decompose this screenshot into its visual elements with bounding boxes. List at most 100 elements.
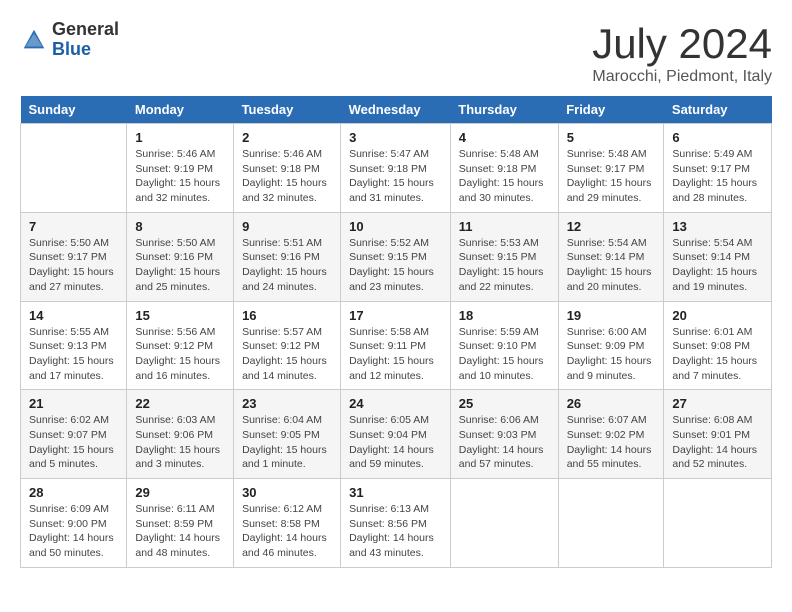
day-number: 22 bbox=[135, 396, 225, 411]
table-row: 10Sunrise: 5:52 AMSunset: 9:15 PMDayligh… bbox=[341, 212, 451, 301]
table-row bbox=[21, 124, 127, 213]
day-number: 3 bbox=[349, 130, 442, 145]
table-row: 19Sunrise: 6:00 AMSunset: 9:09 PMDayligh… bbox=[558, 301, 664, 390]
col-thursday: Thursday bbox=[450, 96, 558, 124]
day-info: Sunrise: 6:05 AMSunset: 9:04 PMDaylight:… bbox=[349, 413, 442, 472]
table-row: 31 Sunrise: 6:13 AMSunset: 8:56 PMDayligh… bbox=[341, 479, 451, 568]
table-row: 8Sunrise: 5:50 AMSunset: 9:16 PMDaylight… bbox=[127, 212, 234, 301]
col-sunday: Sunday bbox=[21, 96, 127, 124]
day-info: Sunrise: 5:50 AMSunset: 9:17 PMDaylight:… bbox=[29, 236, 118, 295]
day-info: Sunrise: 5:58 AMSunset: 9:11 PMDaylight:… bbox=[349, 325, 442, 384]
logo-icon bbox=[20, 26, 48, 54]
col-wednesday: Wednesday bbox=[341, 96, 451, 124]
table-row: 25 Sunrise: 6:06 AMSunset: 9:03 PMDayligh… bbox=[450, 390, 558, 479]
table-row: 2 Sunrise: 5:46 AMSunset: 9:18 PMDaylight… bbox=[234, 124, 341, 213]
table-row: 16 Sunrise: 5:57 AMSunset: 9:12 PMDayligh… bbox=[234, 301, 341, 390]
day-number: 25 bbox=[459, 396, 550, 411]
day-number: 21 bbox=[29, 396, 118, 411]
day-number: 15 bbox=[135, 308, 225, 323]
location-subtitle: Marocchi, Piedmont, Italy bbox=[592, 68, 772, 86]
logo-blue: Blue bbox=[52, 40, 119, 60]
day-number: 9 bbox=[242, 219, 332, 234]
day-number: 17 bbox=[349, 308, 442, 323]
table-row bbox=[664, 479, 772, 568]
table-row bbox=[450, 479, 558, 568]
table-row: 24 Sunrise: 6:05 AMSunset: 9:04 PMDayligh… bbox=[341, 390, 451, 479]
day-number: 1 bbox=[135, 130, 225, 145]
day-info: Sunrise: 5:56 AMSunset: 9:12 PMDaylight:… bbox=[135, 325, 225, 384]
table-row: 17 Sunrise: 5:58 AMSunset: 9:11 PMDayligh… bbox=[341, 301, 451, 390]
col-saturday: Saturday bbox=[664, 96, 772, 124]
day-info: Sunrise: 6:04 AMSunset: 9:05 PMDaylight:… bbox=[242, 413, 332, 472]
day-number: 27 bbox=[672, 396, 763, 411]
table-row: 22 Sunrise: 6:03 AMSunset: 9:06 PMDayligh… bbox=[127, 390, 234, 479]
table-row: 11 Sunrise: 5:53 AMSunset: 9:15 PMDayligh… bbox=[450, 212, 558, 301]
table-row: 13 Sunrise: 5:54 AMSunset: 9:14 PMDayligh… bbox=[664, 212, 772, 301]
day-info: Sunrise: 6:12 AMSunset: 8:58 PMDaylight:… bbox=[242, 502, 332, 561]
day-number: 5 bbox=[567, 130, 656, 145]
day-info: Sunrise: 5:53 AMSunset: 9:15 PMDaylight:… bbox=[459, 236, 550, 295]
table-row: 6Sunrise: 5:49 AMSunset: 9:17 PMDaylight… bbox=[664, 124, 772, 213]
table-row: 30 Sunrise: 6:12 AMSunset: 8:58 PMDayligh… bbox=[234, 479, 341, 568]
day-info: Sunrise: 6:03 AMSunset: 9:06 PMDaylight:… bbox=[135, 413, 225, 472]
day-number: 24 bbox=[349, 396, 442, 411]
table-row: 1 Sunrise: 5:46 AMSunset: 9:19 PMDaylight… bbox=[127, 124, 234, 213]
table-row: 27Sunrise: 6:08 AMSunset: 9:01 PMDayligh… bbox=[664, 390, 772, 479]
day-number: 30 bbox=[242, 485, 332, 500]
day-info: Sunrise: 5:49 AMSunset: 9:17 PMDaylight:… bbox=[672, 147, 763, 206]
table-row: 26 Sunrise: 6:07 AMSunset: 9:02 PMDayligh… bbox=[558, 390, 664, 479]
calendar-week-row: 1 Sunrise: 5:46 AMSunset: 9:19 PMDaylight… bbox=[21, 124, 772, 213]
day-number: 7 bbox=[29, 219, 118, 234]
day-number: 16 bbox=[242, 308, 332, 323]
day-info: Sunrise: 5:59 AMSunset: 9:10 PMDaylight:… bbox=[459, 325, 550, 384]
day-info: Sunrise: 6:06 AMSunset: 9:03 PMDaylight:… bbox=[459, 413, 550, 472]
col-tuesday: Tuesday bbox=[234, 96, 341, 124]
day-number: 20 bbox=[672, 308, 763, 323]
day-number: 4 bbox=[459, 130, 550, 145]
day-number: 14 bbox=[29, 308, 118, 323]
day-info: Sunrise: 5:55 AMSunset: 9:13 PMDaylight:… bbox=[29, 325, 118, 384]
day-info: Sunrise: 6:09 AMSunset: 9:00 PMDaylight:… bbox=[29, 502, 118, 561]
calendar-table: Sunday Monday Tuesday Wednesday Thursday… bbox=[20, 96, 772, 568]
day-number: 11 bbox=[459, 219, 550, 234]
table-row: 29 Sunrise: 6:11 AMSunset: 8:59 PMDayligh… bbox=[127, 479, 234, 568]
col-friday: Friday bbox=[558, 96, 664, 124]
day-info: Sunrise: 5:48 AMSunset: 9:17 PMDaylight:… bbox=[567, 147, 656, 206]
day-info: Sunrise: 5:46 AMSunset: 9:19 PMDaylight:… bbox=[135, 147, 225, 206]
title-section: July 2024 Marocchi, Piedmont, Italy bbox=[592, 20, 772, 86]
day-number: 26 bbox=[567, 396, 656, 411]
logo-text: General Blue bbox=[52, 20, 119, 60]
day-number: 12 bbox=[567, 219, 656, 234]
table-row: 28Sunrise: 6:09 AMSunset: 9:00 PMDayligh… bbox=[21, 479, 127, 568]
table-row: 14 Sunrise: 5:55 AMSunset: 9:13 PMDayligh… bbox=[21, 301, 127, 390]
day-info: Sunrise: 5:54 AMSunset: 9:14 PMDaylight:… bbox=[672, 236, 763, 295]
calendar-week-row: 7 Sunrise: 5:50 AMSunset: 9:17 PMDaylight… bbox=[21, 212, 772, 301]
day-number: 19 bbox=[567, 308, 656, 323]
table-row: 20 Sunrise: 6:01 AMSunset: 9:08 PMDayligh… bbox=[664, 301, 772, 390]
day-number: 8 bbox=[135, 219, 225, 234]
table-row: 21 Sunrise: 6:02 AMSunset: 9:07 PMDayligh… bbox=[21, 390, 127, 479]
day-info: Sunrise: 6:07 AMSunset: 9:02 PMDaylight:… bbox=[567, 413, 656, 472]
table-row: 7 Sunrise: 5:50 AMSunset: 9:17 PMDaylight… bbox=[21, 212, 127, 301]
day-number: 29 bbox=[135, 485, 225, 500]
table-row bbox=[558, 479, 664, 568]
table-row: 15 Sunrise: 5:56 AMSunset: 9:12 PMDayligh… bbox=[127, 301, 234, 390]
day-number: 2 bbox=[242, 130, 332, 145]
col-monday: Monday bbox=[127, 96, 234, 124]
calendar-week-row: 14 Sunrise: 5:55 AMSunset: 9:13 PMDayligh… bbox=[21, 301, 772, 390]
day-number: 13 bbox=[672, 219, 763, 234]
month-year-title: July 2024 bbox=[592, 20, 772, 68]
day-info: Sunrise: 6:11 AMSunset: 8:59 PMDaylight:… bbox=[135, 502, 225, 561]
day-info: Sunrise: 6:13 AMSunset: 8:56 PMDaylight:… bbox=[349, 502, 442, 561]
day-info: Sunrise: 6:02 AMSunset: 9:07 PMDaylight:… bbox=[29, 413, 118, 472]
day-info: Sunrise: 5:46 AMSunset: 9:18 PMDaylight:… bbox=[242, 147, 332, 206]
calendar-week-row: 28Sunrise: 6:09 AMSunset: 9:00 PMDayligh… bbox=[21, 479, 772, 568]
day-number: 10 bbox=[349, 219, 442, 234]
day-info: Sunrise: 5:54 AMSunset: 9:14 PMDaylight:… bbox=[567, 236, 656, 295]
day-info: Sunrise: 6:01 AMSunset: 9:08 PMDaylight:… bbox=[672, 325, 763, 384]
table-row: 3Sunrise: 5:47 AMSunset: 9:18 PMDaylight… bbox=[341, 124, 451, 213]
day-number: 31 bbox=[349, 485, 442, 500]
table-row: 18Sunrise: 5:59 AMSunset: 9:10 PMDayligh… bbox=[450, 301, 558, 390]
day-info: Sunrise: 5:48 AMSunset: 9:18 PMDaylight:… bbox=[459, 147, 550, 206]
day-info: Sunrise: 5:57 AMSunset: 9:12 PMDaylight:… bbox=[242, 325, 332, 384]
